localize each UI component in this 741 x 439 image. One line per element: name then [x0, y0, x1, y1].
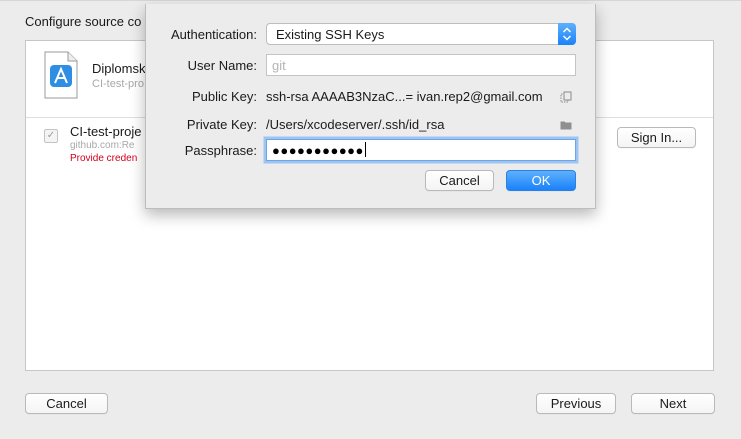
updown-arrows-icon: [558, 23, 576, 45]
sheet-title: Configure source co: [25, 14, 142, 29]
public-key-value: ssh-rsa AAAAB3NzaC...= ivan.rep2@gmail.c…: [266, 89, 543, 104]
passphrase-value: ●●●●●●●●●●●: [272, 143, 364, 158]
folder-icon[interactable]: [560, 119, 572, 131]
authentication-label: Authentication:: [170, 27, 257, 42]
authentication-dialog: Authentication: Existing SSH Keys User N…: [145, 4, 596, 209]
repository-checkbox[interactable]: ✓: [44, 129, 58, 143]
private-key-label: Private Key:: [186, 117, 257, 132]
project-name: Diplomsk: [92, 61, 146, 76]
previous-button[interactable]: Previous: [536, 393, 616, 414]
authentication-value: Existing SSH Keys: [276, 27, 385, 42]
username-field[interactable]: git: [266, 54, 576, 76]
repository-name: CI-test-proje: [70, 124, 142, 139]
passphrase-field[interactable]: ●●●●●●●●●●●: [266, 139, 576, 161]
xcode-project-file-icon: [44, 51, 78, 99]
passphrase-label: Passphrase:: [184, 143, 257, 158]
sign-in-button[interactable]: Sign In...: [617, 127, 696, 148]
next-button[interactable]: Next: [631, 393, 715, 414]
dialog-cancel-button[interactable]: Cancel: [425, 170, 494, 191]
cancel-button[interactable]: Cancel: [25, 393, 108, 414]
private-key-value: /Users/xcodeserver/.ssh/id_rsa: [266, 117, 445, 132]
window-top-edge: [0, 0, 741, 1]
project-subtitle: CI-test-pro: [92, 78, 144, 90]
copy-key-icon[interactable]: [560, 91, 572, 103]
public-key-label: Public Key:: [191, 89, 257, 104]
username-placeholder: git: [272, 58, 286, 73]
username-label: User Name:: [187, 58, 257, 73]
credentials-warning: Provide creden: [70, 153, 138, 164]
text-cursor: [364, 142, 366, 157]
dialog-ok-button[interactable]: OK: [506, 170, 576, 191]
authentication-popup[interactable]: Existing SSH Keys: [266, 23, 576, 45]
repository-host: github.com:Re: [70, 140, 135, 151]
